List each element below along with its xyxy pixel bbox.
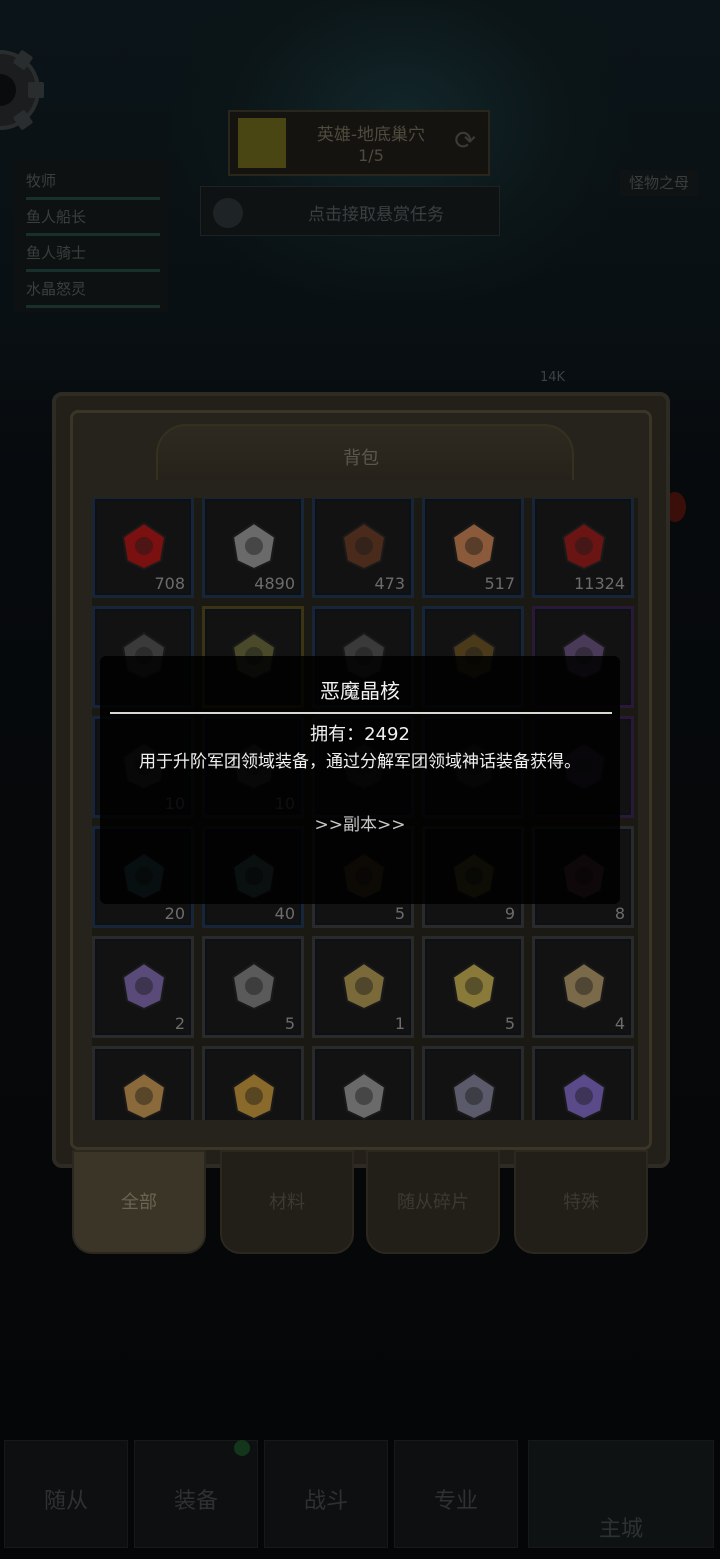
tab-materials[interactable]: 材料: [220, 1150, 354, 1254]
slot-count: 5: [284, 1014, 295, 1033]
slot-count: 4: [614, 1014, 625, 1033]
tower-icon: [451, 1071, 497, 1120]
bounty-task-button[interactable]: 点击接取悬赏任务: [200, 186, 500, 236]
item-tooltip: 恶魔晶核 拥有：2492 用于升阶军团领域装备，通过分解军团领域神话装备获得。 …: [100, 656, 620, 904]
coin-icon: [213, 198, 243, 228]
tooltip-dungeon-link[interactable]: >>副本>>: [100, 810, 620, 835]
slot-count: 9: [504, 904, 515, 923]
slot-count: 708: [154, 574, 185, 593]
nav-followers[interactable]: 随从: [4, 1440, 128, 1548]
slot-count: 473: [374, 574, 405, 593]
tooltip-description: 用于升阶军团领域装备，通过分解军团领域神话装备获得。: [139, 752, 581, 772]
bag-slot[interactable]: 517: [422, 498, 524, 598]
team-member-name: 牧师: [26, 172, 57, 190]
crest-icon: [341, 961, 387, 1011]
tooltip-divider: [110, 712, 612, 714]
round-shield-icon: [341, 1071, 387, 1120]
bag-title: 背包: [343, 448, 379, 469]
nav-label: 随从: [43, 1489, 88, 1514]
nav-alert-dot: [234, 1440, 250, 1456]
slot-count: 8: [614, 904, 625, 923]
tab-label: 随从碎片: [397, 1192, 469, 1213]
nav-label: 专业: [433, 1489, 478, 1514]
helmet-icon: [231, 521, 277, 571]
bag-slot[interactable]: [202, 1046, 304, 1120]
bag-slot[interactable]: [92, 1046, 194, 1120]
slot-count: 517: [484, 574, 515, 593]
ring-emblem-icon: [231, 961, 277, 1011]
slot-count: 5: [504, 1014, 515, 1033]
slot-count: 4890: [254, 574, 295, 593]
tooltip-title: 恶魔晶核: [320, 679, 400, 703]
tooltip-owned: 拥有：2492: [310, 724, 410, 745]
tab-follower-shards[interactable]: 随从碎片: [366, 1150, 500, 1254]
bag-tabs: 全部 材料 随从碎片 特殊: [44, 1150, 676, 1265]
bag-slot[interactable]: 708: [92, 498, 194, 598]
bag-slot[interactable]: [532, 1046, 634, 1120]
goblet-icon: [451, 521, 497, 571]
boss-label[interactable]: 怪物之母: [620, 170, 698, 196]
shuriken-icon: [121, 961, 167, 1011]
team-list: 牧师 鱼人船长 鱼人骑士 水晶怒灵: [14, 160, 168, 312]
horned-helm-icon: [561, 521, 607, 571]
nav-label: 主城: [598, 1517, 643, 1542]
nav-battle[interactable]: 战斗: [264, 1440, 388, 1548]
bag-slot[interactable]: 11324: [532, 498, 634, 598]
bounty-task-label: 点击接取悬赏任务: [308, 205, 444, 225]
quest-icon: [238, 118, 286, 168]
slot-count: 1: [394, 1014, 405, 1033]
slot-count: 40: [274, 904, 295, 923]
bag-slot[interactable]: 2: [92, 936, 194, 1038]
team-member[interactable]: 鱼人船长: [26, 206, 166, 236]
team-member-name: 鱼人船长: [26, 208, 87, 226]
team-member[interactable]: 牧师: [26, 170, 166, 200]
tab-label: 材料: [269, 1192, 305, 1213]
bag-slot[interactable]: 5: [422, 936, 524, 1038]
tab-special[interactable]: 特殊: [514, 1150, 648, 1254]
team-member-name: 水晶怒灵: [26, 280, 87, 298]
ruby-icon: [121, 521, 167, 571]
refresh-icon[interactable]: ⟳: [454, 126, 476, 156]
bag-slot[interactable]: 4890: [202, 498, 304, 598]
slot-count: 5: [394, 904, 405, 923]
nav-label: 装备: [173, 1489, 218, 1514]
slot-count: 11324: [574, 574, 625, 593]
bag-slot[interactable]: [312, 1046, 414, 1120]
nav-main-city[interactable]: 主城: [528, 1440, 714, 1548]
team-member-name: 鱼人骑士: [26, 244, 87, 262]
bag-slot[interactable]: 473: [312, 498, 414, 598]
bag-slot[interactable]: 5: [202, 936, 304, 1038]
team-member[interactable]: 水晶怒灵: [26, 278, 166, 308]
tab-label: 全部: [121, 1192, 157, 1213]
tab-label: 特殊: [563, 1192, 599, 1213]
slot-count: 20: [164, 904, 185, 923]
settings-gear-icon[interactable]: [0, 42, 48, 138]
bottom-nav: 随从 装备 战斗 专业 主城: [0, 1432, 720, 1559]
ore-icon: [341, 521, 387, 571]
quest-progress: 1/5: [358, 146, 384, 165]
horned-mask-icon: [121, 1071, 167, 1120]
nav-profession[interactable]: 专业: [394, 1440, 518, 1548]
sun-emblem-icon: [231, 1071, 277, 1120]
quest-tracker[interactable]: 英雄-地底巢穴 1/5 ⟳: [228, 110, 490, 176]
bag-slot[interactable]: 1: [312, 936, 414, 1038]
nav-equipment[interactable]: 装备: [134, 1440, 258, 1548]
slot-count: 2: [174, 1014, 185, 1033]
tab-all[interactable]: 全部: [72, 1150, 206, 1254]
quest-title: 英雄-地底巢穴: [316, 125, 426, 145]
winged-emblem-icon: [451, 961, 497, 1011]
shield-emblem-icon: [561, 961, 607, 1011]
boss-hp: 14K: [540, 370, 566, 385]
bag-slot[interactable]: [422, 1046, 524, 1120]
eye-orb-icon: [561, 1071, 607, 1120]
nav-label: 战斗: [303, 1489, 348, 1514]
team-member[interactable]: 鱼人骑士: [26, 242, 166, 272]
bag-slot[interactable]: 4: [532, 936, 634, 1038]
